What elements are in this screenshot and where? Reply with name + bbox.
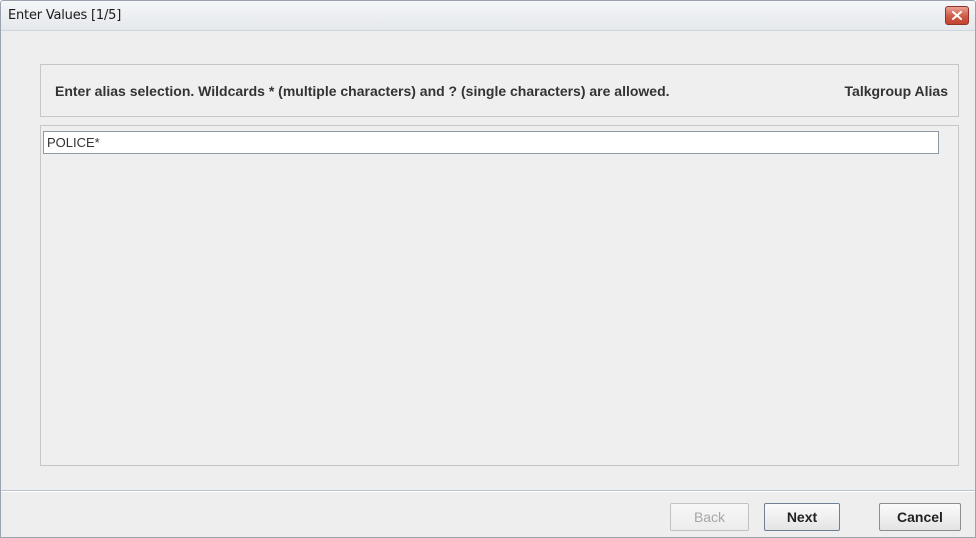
field-type-label: Talkgroup Alias: [844, 83, 948, 99]
close-button[interactable]: [945, 6, 969, 25]
title-bar[interactable]: Enter Values [1/5]: [1, 1, 975, 31]
button-separator: [1, 490, 975, 492]
close-icon: [952, 11, 962, 20]
back-button[interactable]: Back: [670, 503, 749, 531]
instruction-text: Enter alias selection. Wildcards * (mult…: [55, 83, 670, 99]
cancel-button[interactable]: Cancel: [879, 503, 961, 531]
instruction-panel: Enter alias selection. Wildcards * (mult…: [40, 64, 959, 117]
alias-input[interactable]: [43, 131, 939, 154]
window-title: Enter Values [1/5]: [8, 8, 122, 23]
enter-values-dialog: Enter Values [1/5] Enter alias selection…: [0, 0, 976, 538]
value-entry-panel: [40, 125, 959, 466]
next-button[interactable]: Next: [764, 503, 840, 531]
